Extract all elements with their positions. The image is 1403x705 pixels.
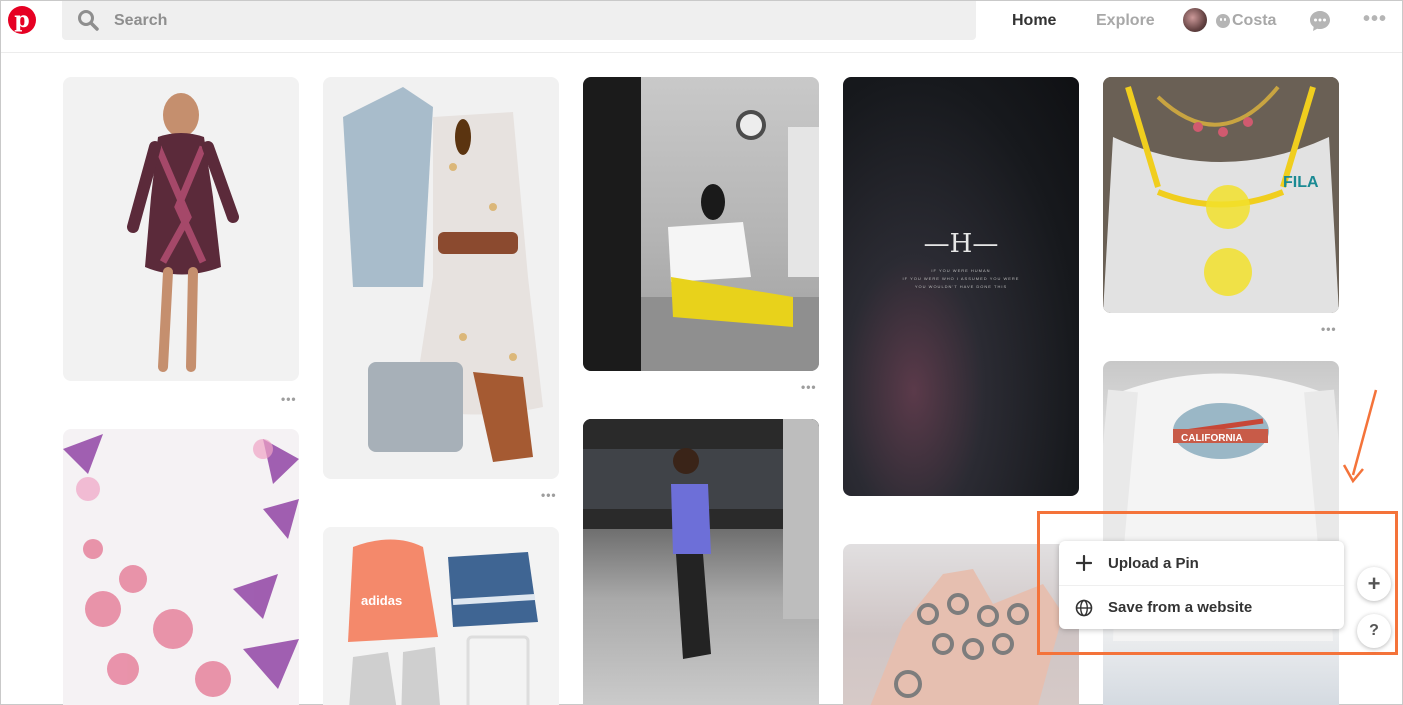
plus-icon: + (1367, 571, 1381, 596)
annotation-arrow-icon (1342, 389, 1378, 484)
help-button[interactable]: ? (1357, 614, 1391, 648)
pin-image-outfit (343, 87, 543, 462)
pin-card[interactable] (583, 419, 819, 705)
upload-pin-option[interactable]: Upload a Pin (1059, 541, 1344, 585)
create-pin-button[interactable]: + (1357, 567, 1391, 601)
pin-card[interactable] (583, 77, 819, 371)
nav-home[interactable]: Home (1012, 11, 1056, 31)
plus-icon (1075, 554, 1093, 572)
pin-card[interactable] (63, 429, 299, 705)
avatar[interactable] (1183, 8, 1207, 32)
pin-card[interactable]: adidas (323, 527, 559, 705)
pin-image-street-style (583, 419, 819, 659)
save-from-website-option[interactable]: Save from a website (1059, 585, 1344, 629)
pinterest-logo-icon[interactable]: p (8, 6, 36, 34)
messages-icon[interactable] (1308, 9, 1332, 33)
profile-link[interactable]: Costa (1216, 11, 1276, 31)
profile-name: Costa (1232, 12, 1277, 29)
save-from-website-label: Save from a website (1108, 599, 1253, 616)
search-icon (78, 10, 99, 31)
svg-text:adidas: adidas (361, 593, 402, 608)
pin-more-icon[interactable]: ••• (541, 489, 557, 501)
pin-card[interactable] (63, 77, 299, 381)
globe-icon (1075, 599, 1093, 617)
more-options-icon[interactable]: ••• (1363, 8, 1387, 31)
pin-more-icon[interactable]: ••• (801, 381, 817, 393)
svg-text:CALIFORNIA: CALIFORNIA (1181, 433, 1243, 444)
pin-image-fila-top: FILA (1103, 77, 1339, 313)
search-input[interactable] (114, 1, 954, 40)
nav-explore[interactable]: Explore (1096, 11, 1155, 31)
pin-card[interactable] (843, 544, 1079, 705)
pin-image-floral (63, 434, 299, 697)
question-icon: ? (1369, 622, 1379, 639)
upload-pin-label: Upload a Pin (1108, 554, 1199, 572)
pin-card[interactable]: CALIFORNIA (1103, 361, 1339, 705)
pin-card[interactable]: FILA (1103, 77, 1339, 313)
create-menu: Upload a Pin Save from a website (1059, 541, 1344, 629)
pin-image-dress (127, 93, 239, 372)
profile-face-icon (1216, 14, 1230, 28)
pin-more-icon[interactable]: ••• (281, 393, 297, 405)
pin-quote-title: —H— (923, 229, 999, 259)
pin-image-mirror-selfie (583, 77, 819, 371)
pin-image-adidas-outfit: adidas (348, 539, 538, 705)
pin-image-california-sweatshirt: CALIFORNIA (1103, 373, 1339, 641)
pin-more-icon[interactable]: ••• (1321, 323, 1337, 335)
pin-quote-caption: IF YOU WERE HUMAN IF YOU WERE WHO I ASSU… (902, 268, 1020, 289)
pin-card[interactable]: —H— IF YOU WERE HUMAN IF YOU WERE WHO I … (843, 77, 1079, 496)
svg-text:FILA: FILA (1283, 174, 1319, 191)
search-bar[interactable] (62, 1, 976, 40)
top-header: p Home Explore Costa ••• (1, 1, 1402, 53)
pin-card[interactable] (323, 77, 559, 479)
pin-image-silver-rings (870, 569, 1063, 705)
